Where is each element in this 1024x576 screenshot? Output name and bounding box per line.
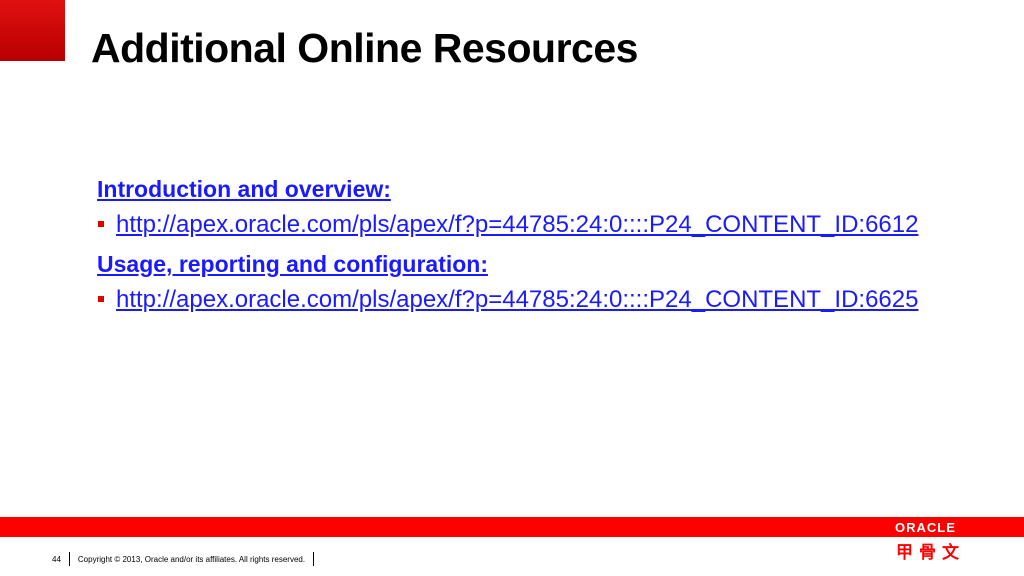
oracle-chinese-logo: 甲骨文 [896,543,965,563]
footer-text: 44 Copyright © 2013, Oracle and/or its a… [52,552,322,566]
page-number: 44 [52,554,61,564]
footer-red-bar [0,517,1024,537]
copyright-text: Copyright © 2013, Oracle and/or its affi… [77,554,306,564]
section-heading-introduction[interactable]: Introduction and overview: [97,172,1012,206]
corner-accent-block [0,0,65,61]
introduction-link[interactable]: http://apex.oracle.com/pls/apex/f?p=4478… [116,208,1006,241]
bullet-item-introduction: http://apex.oracle.com/pls/apex/f?p=4478… [97,208,1012,241]
square-bullet-icon [98,296,104,302]
slide-title: Additional Online Resources [91,25,638,71]
usage-link[interactable]: http://apex.oracle.com/pls/apex/f?p=4478… [116,283,1006,316]
section-heading-usage[interactable]: Usage, reporting and configuration: [97,247,1012,281]
oracle-logo: ORACLE [895,520,956,535]
footer-separator [313,552,315,566]
bullet-item-usage: http://apex.oracle.com/pls/apex/f?p=4478… [97,283,1012,316]
square-bullet-icon [98,221,104,227]
footer-separator [68,552,70,566]
slide-content: Introduction and overview: http://apex.o… [97,172,1012,322]
